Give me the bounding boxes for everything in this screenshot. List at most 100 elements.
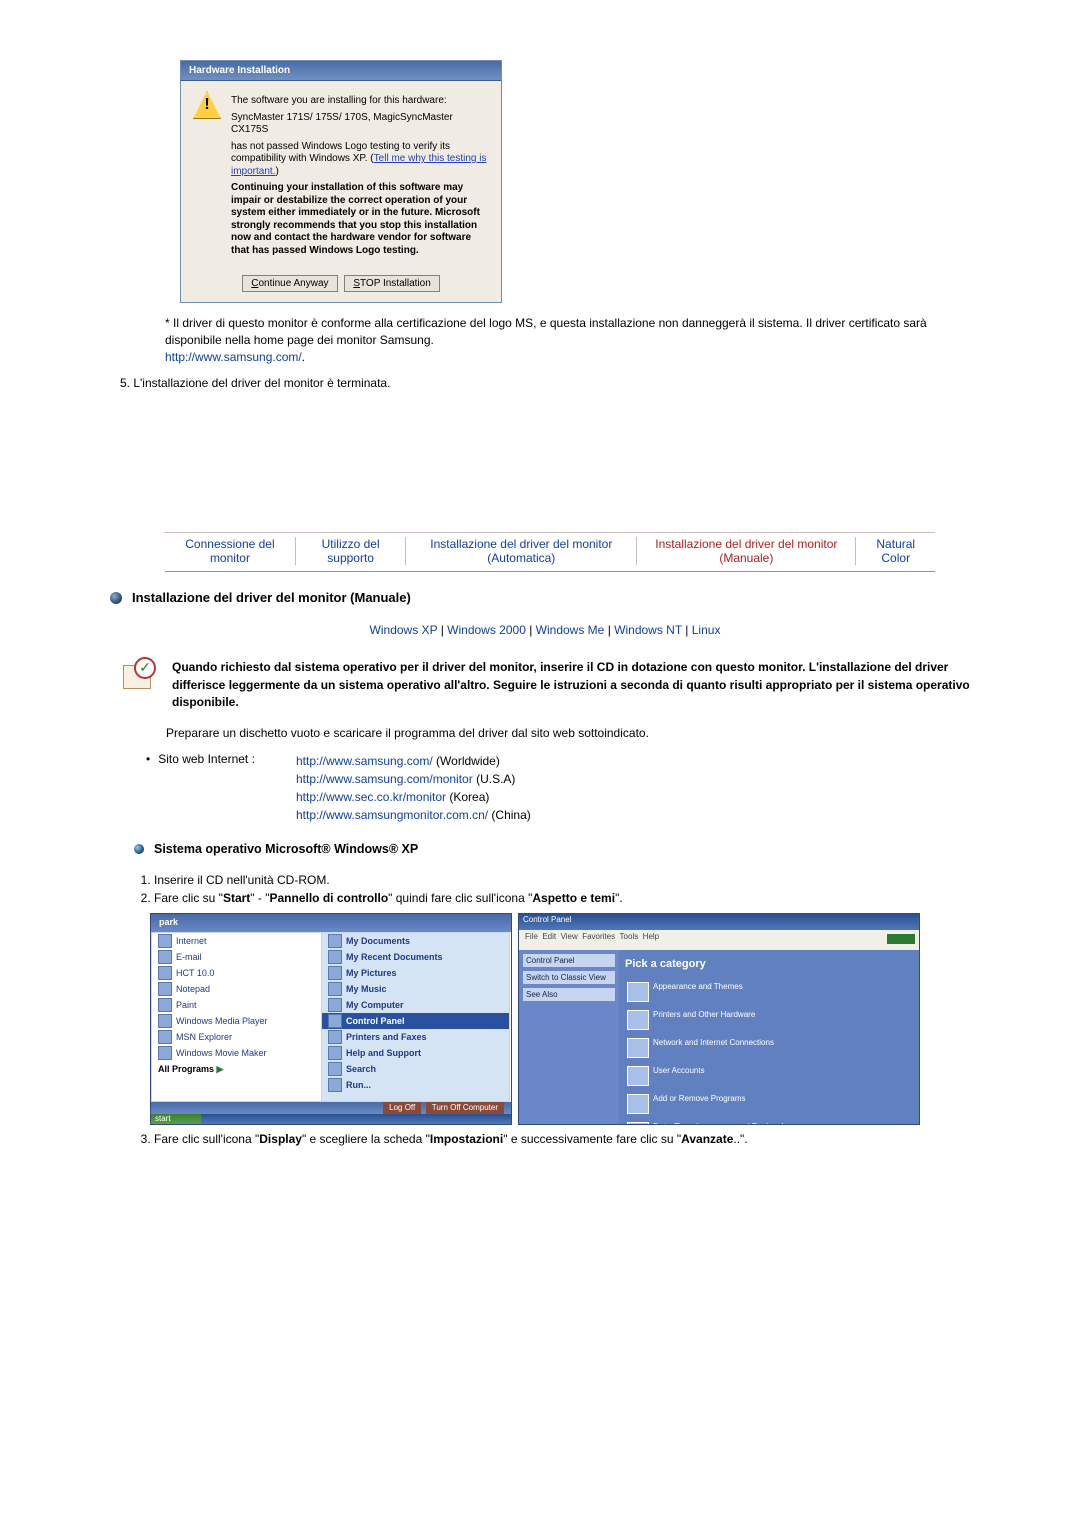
tab-install-manual[interactable]: Installazione del driver del monitor (Ma… xyxy=(637,537,856,565)
cpl-titlebar: Control Panel xyxy=(519,914,919,930)
search-icon xyxy=(328,1062,342,1076)
start-left-panel: Internet E-mail HCT 10.0 Notepad Paint W… xyxy=(151,932,323,1102)
folder-icon xyxy=(328,982,342,996)
start-item-notepad[interactable]: Notepad xyxy=(152,981,322,997)
start-search[interactable]: Search xyxy=(322,1061,509,1077)
start-right-panel: My Documents My Recent Documents My Pict… xyxy=(321,932,510,1102)
link-windows-me[interactable]: Windows Me xyxy=(536,623,605,637)
screenshot-control-panel: Control Panel File Edit View Favorites T… xyxy=(518,913,920,1125)
start-item-paint[interactable]: Paint xyxy=(152,997,322,1013)
start-run[interactable]: Run... xyxy=(322,1077,509,1093)
start-computer[interactable]: My Computer xyxy=(322,997,509,1013)
cpl-switch-view[interactable]: Switch to Classic View xyxy=(523,971,615,984)
nav-tabs: Connessione del monitor Utilizzo del sup… xyxy=(165,532,935,572)
notepad-icon xyxy=(158,982,172,996)
cpl-side-header: Control Panel xyxy=(523,954,615,967)
cpl-see-also: See Also xyxy=(523,988,615,1001)
hardware-install-dialog: Hardware Installation The software you a… xyxy=(180,60,502,303)
os-links: Windows XP | Windows 2000 | Windows Me |… xyxy=(110,623,980,637)
start-help[interactable]: Help and Support xyxy=(322,1045,509,1061)
note-text: * Il driver di questo monitor è conforme… xyxy=(165,315,980,365)
subhead-xp: Sistema operativo Microsoft® Windows® XP xyxy=(154,842,418,856)
bullet-icon xyxy=(110,592,122,604)
start-item-email[interactable]: E-mail xyxy=(152,949,322,965)
tab-natural-color[interactable]: Natural Color xyxy=(856,537,935,565)
add-remove-icon xyxy=(627,1094,649,1114)
mail-icon xyxy=(158,950,172,964)
start-control-panel[interactable]: Control Panel xyxy=(322,1013,509,1029)
appearance-icon xyxy=(627,982,649,1002)
help-icon xyxy=(328,1046,342,1060)
info-text: Quando richiesto dal sistema operativo p… xyxy=(172,659,980,711)
cpl-sidebar: Control Panel Switch to Classic View See… xyxy=(519,950,619,1124)
computer-icon xyxy=(328,998,342,1012)
tab-install-auto[interactable]: Installazione del driver del monitor (Au… xyxy=(406,537,637,565)
start-item-msn[interactable]: MSN Explorer xyxy=(152,1029,322,1045)
dl-korea[interactable]: http://www.sec.co.kr/monitor xyxy=(296,790,446,804)
start-bottom-band: Log Off Turn Off Computer xyxy=(151,1102,511,1114)
warning-icon xyxy=(193,91,221,119)
step-2: Fare clic su "Start" - "Pannello di cont… xyxy=(154,890,980,907)
start-user: park xyxy=(151,914,511,930)
cat-users[interactable]: User Accounts xyxy=(627,1066,807,1086)
start-button[interactable]: start xyxy=(151,1114,201,1124)
go-button[interactable] xyxy=(887,934,915,944)
link-windows-nt[interactable]: Windows NT xyxy=(614,623,682,637)
msn-icon xyxy=(158,1030,172,1044)
cat-network[interactable]: Network and Internet Connections xyxy=(627,1038,807,1058)
dialog-title: Hardware Installation xyxy=(181,61,501,81)
start-item-movie[interactable]: Windows Movie Maker xyxy=(152,1045,322,1061)
cpl-main: Pick a category Appearance and Themes Pr… xyxy=(619,950,919,1124)
turnoff-button[interactable]: Turn Off Computer xyxy=(426,1102,504,1114)
cat-regional[interactable]: Date, Time, Language, and Regional Optio… xyxy=(627,1122,807,1125)
prepare-text: Preparare un dischetto vuoto e scaricare… xyxy=(166,725,980,742)
all-programs[interactable]: All Programs xyxy=(158,1064,223,1075)
link-linux[interactable]: Linux xyxy=(692,623,721,637)
download-label: Sito web Internet : xyxy=(146,752,296,824)
control-panel-icon xyxy=(328,1014,342,1028)
dl-china[interactable]: http://www.samsungmonitor.com.cn/ xyxy=(296,808,488,822)
cat-add-remove[interactable]: Add or Remove Programs xyxy=(627,1094,807,1114)
printers-icon xyxy=(627,1010,649,1030)
taskbar: start xyxy=(151,1114,511,1124)
start-item-wmp[interactable]: Windows Media Player xyxy=(152,1013,322,1029)
link-windows-2000[interactable]: Windows 2000 xyxy=(447,623,526,637)
start-docs[interactable]: My Documents xyxy=(322,933,509,949)
printer-icon xyxy=(328,1030,342,1044)
cat-printers[interactable]: Printers and Other Hardware xyxy=(627,1010,807,1030)
regional-icon xyxy=(627,1122,649,1125)
app-icon xyxy=(158,966,172,980)
logoff-button[interactable]: Log Off xyxy=(383,1102,421,1114)
folder-icon xyxy=(328,966,342,980)
movie-icon xyxy=(158,1046,172,1060)
stop-installation-button[interactable]: STOP InstallationSTOP Installation xyxy=(344,275,439,292)
users-icon xyxy=(627,1066,649,1086)
step-3: Fare clic sull'icona "Display" e sceglie… xyxy=(154,1131,980,1148)
dialog-device: SyncMaster 171S/ 175S/ 170S, MagicSyncMa… xyxy=(231,112,489,137)
start-pics[interactable]: My Pictures xyxy=(322,965,509,981)
step-1: Inserire il CD nell'unità CD-ROM. xyxy=(154,872,980,889)
start-recent[interactable]: My Recent Documents xyxy=(322,949,509,965)
ie-icon xyxy=(158,934,172,948)
link-windows-xp[interactable]: Windows XP xyxy=(370,623,438,637)
dialog-text: The software you are installing for this… xyxy=(231,91,489,261)
steps-list: Inserire il CD nell'unità CD-ROM. Fare c… xyxy=(136,872,980,907)
paint-icon xyxy=(158,998,172,1012)
start-item-hct[interactable]: HCT 10.0 xyxy=(152,965,322,981)
start-item-internet[interactable]: Internet xyxy=(152,933,322,949)
network-icon xyxy=(627,1038,649,1058)
cat-appearance[interactable]: Appearance and Themes xyxy=(627,982,807,1002)
folder-icon xyxy=(328,934,342,948)
dl-worldwide[interactable]: http://www.samsung.com/ xyxy=(296,754,433,768)
folder-icon xyxy=(328,950,342,964)
start-music[interactable]: My Music xyxy=(322,981,509,997)
start-printers[interactable]: Printers and Faxes xyxy=(322,1029,509,1045)
tab-connessione[interactable]: Connessione del monitor xyxy=(165,537,296,565)
tab-utilizzo[interactable]: Utilizzo del supporto xyxy=(296,537,406,565)
download-links: http://www.samsung.com/ (Worldwide) http… xyxy=(296,752,531,824)
wmp-icon xyxy=(158,1014,172,1028)
continue-anyway-button[interactable]: CContinue Anywayontinue Anyway xyxy=(242,275,337,292)
samsung-link[interactable]: http://www.samsung.com/ xyxy=(165,350,302,364)
dialog-compat: has not passed Windows Logo testing to v… xyxy=(231,141,489,179)
dl-usa[interactable]: http://www.samsung.com/monitor xyxy=(296,772,473,786)
